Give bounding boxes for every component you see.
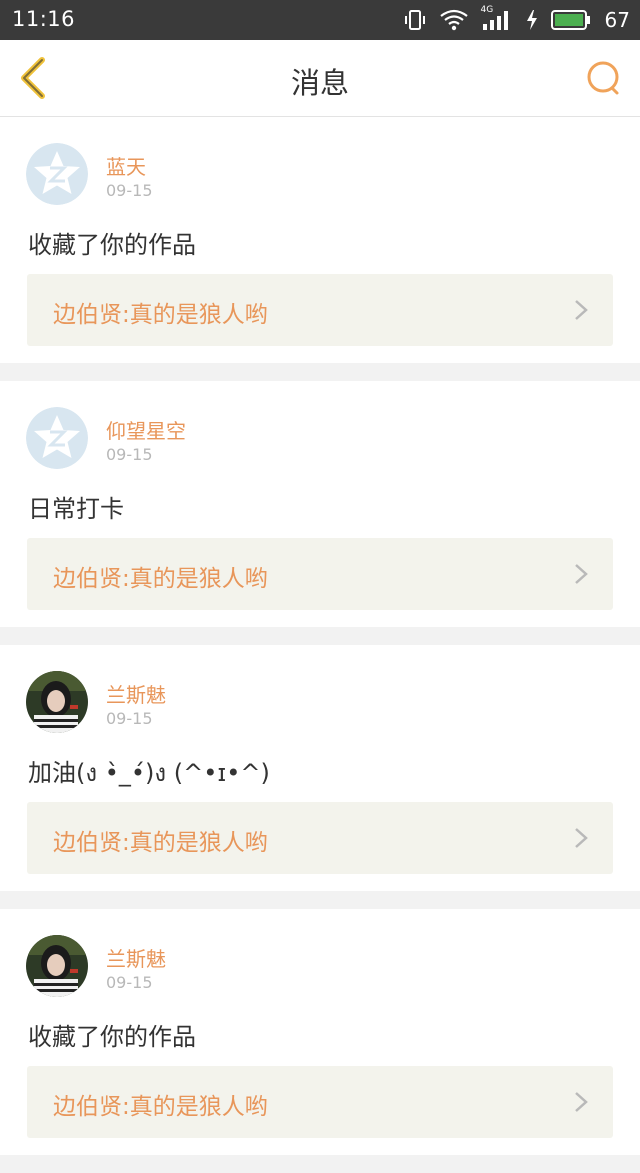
vibrate-icon [403, 8, 427, 32]
message-date: 09-15 [106, 445, 153, 464]
message-text: 收藏了你的作品 [28, 1023, 196, 1051]
message-date: 09-15 [106, 973, 153, 992]
avatar[interactable] [26, 143, 88, 205]
charging-icon [525, 9, 539, 31]
message-text: 收藏了你的作品 [28, 231, 196, 259]
status-time: 11:16 [12, 7, 76, 31]
chevron-right-icon [575, 1092, 588, 1112]
chevron-right-icon [575, 300, 588, 320]
quoted-work-link[interactable]: 边伯贤:真的是狼人哟 [27, 1066, 613, 1138]
message-card[interactable]: 仰望星空 09-15 日常打卡 边伯贤:真的是狼人哟 [0, 381, 640, 627]
message-text: 日常打卡 [28, 495, 124, 523]
quoted-work-title: 边伯贤:真的是狼人哟 [53, 830, 268, 856]
message-card[interactable]: 蓝天 09-15 收藏了你的作品 边伯贤:真的是狼人哟 [0, 117, 640, 363]
battery-icon [550, 9, 591, 31]
sender-name[interactable]: 兰斯魅 [106, 679, 166, 708]
page-title: 消息 [290, 66, 349, 100]
quoted-work-title: 边伯贤:真的是狼人哟 [53, 302, 268, 328]
sender-name[interactable]: 仰望星空 [106, 415, 186, 444]
search-button[interactable] [584, 58, 624, 98]
sender-name[interactable]: 兰斯魅 [106, 943, 166, 972]
message-list: 蓝天 09-15 收藏了你的作品 边伯贤:真的是狼人哟 仰望星空 09-15 日… [0, 117, 640, 1173]
quoted-work-link[interactable]: 边伯贤:真的是狼人哟 [27, 274, 613, 346]
chevron-right-icon [575, 564, 588, 584]
signal-icon: 4G [480, 5, 513, 32]
quoted-work-link[interactable]: 边伯贤:真的是狼人哟 [27, 538, 613, 610]
sender-name[interactable]: 蓝天 [106, 151, 146, 180]
search-icon [587, 61, 619, 95]
message-date: 09-15 [106, 181, 153, 200]
status-icons: 4G 67 [403, 5, 630, 33]
quoted-work-title: 边伯贤:真的是狼人哟 [53, 1094, 268, 1120]
quoted-work-link[interactable]: 边伯贤:真的是狼人哟 [27, 802, 613, 874]
battery-level: 67 [604, 8, 630, 32]
message-date: 09-15 [106, 709, 153, 728]
avatar[interactable] [26, 935, 88, 997]
message-card[interactable]: 兰斯魅 09-15 收藏了你的作品 边伯贤:真的是狼人哟 [0, 909, 640, 1155]
wifi-icon [439, 8, 469, 32]
message-card[interactable]: 兰斯魅 09-15 加油(ง •̀_•́)ง (^•ɪ•^) 边伯贤:真的是狼人… [0, 645, 640, 891]
quoted-work-title: 边伯贤:真的是狼人哟 [53, 566, 268, 592]
status-bar: 11:16 4G 67 [0, 0, 640, 40]
avatar[interactable] [26, 671, 88, 733]
avatar[interactable] [26, 407, 88, 469]
message-text: 加油(ง •̀_•́)ง (^•ɪ•^) [28, 759, 270, 787]
chevron-right-icon [575, 828, 588, 848]
header-bar: 消息 [0, 40, 640, 117]
network-type-label: 4G [480, 5, 494, 15]
